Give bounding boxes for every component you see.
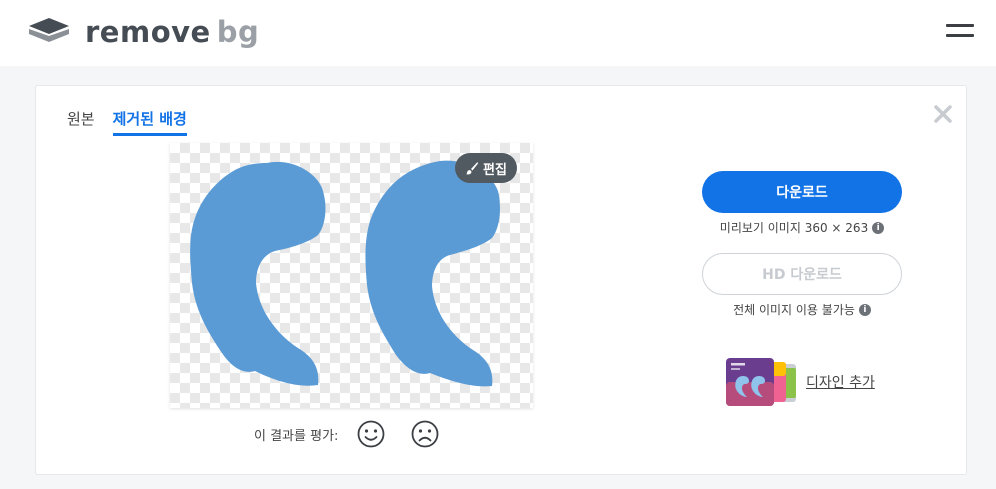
logo-text-remove: remove — [85, 15, 211, 49]
frown-icon[interactable] — [410, 419, 440, 449]
add-design-label: 디자인 추가 — [806, 375, 875, 391]
tab-removed-background[interactable]: 제거된 배경 — [112, 108, 187, 136]
tab-original[interactable]: 원본 — [67, 108, 95, 136]
smile-icon[interactable] — [356, 419, 386, 449]
design-cards-icon — [726, 358, 796, 406]
download-button[interactable]: 다운로드 — [702, 171, 902, 213]
info-icon[interactable]: i — [872, 221, 885, 234]
info-icon[interactable]: i — [858, 303, 871, 316]
menu-icon[interactable] — [944, 20, 976, 42]
result-preview-image: 편집 — [170, 143, 533, 408]
preview-size-text: 미리보기 이미지 360 × 263 — [719, 221, 869, 235]
logo-text-bg: bg — [216, 15, 260, 49]
hd-download-button[interactable]: HD 다운로드 — [702, 253, 902, 295]
logo[interactable]: remove bg — [25, 14, 259, 50]
rating-row: 이 결과를 평가: — [254, 419, 464, 449]
hd-availability-text: 전체 이미지 이용 불가능 — [733, 303, 855, 317]
view-tabs: 원본 제거된 배경 — [67, 108, 205, 136]
brush-icon — [466, 162, 478, 175]
edit-button[interactable]: 편집 — [455, 153, 517, 183]
close-icon[interactable] — [931, 102, 955, 126]
preview-size-note: 미리보기 이미지 360 × 263 i — [702, 219, 902, 236]
logo-layers-icon — [29, 18, 69, 42]
edit-button-label: 편집 — [483, 162, 507, 178]
add-design-link[interactable]: 디자인 추가 — [726, 358, 875, 406]
result-card: 원본 제거된 배경 편집 이 결과를 평가: 다운로드 미리보기 이미지 360… — [35, 85, 967, 475]
top-bar: remove bg — [0, 0, 996, 66]
rating-label: 이 결과를 평가: — [254, 428, 339, 444]
hd-availability-note: 전체 이미지 이용 불가능 i — [702, 301, 902, 318]
